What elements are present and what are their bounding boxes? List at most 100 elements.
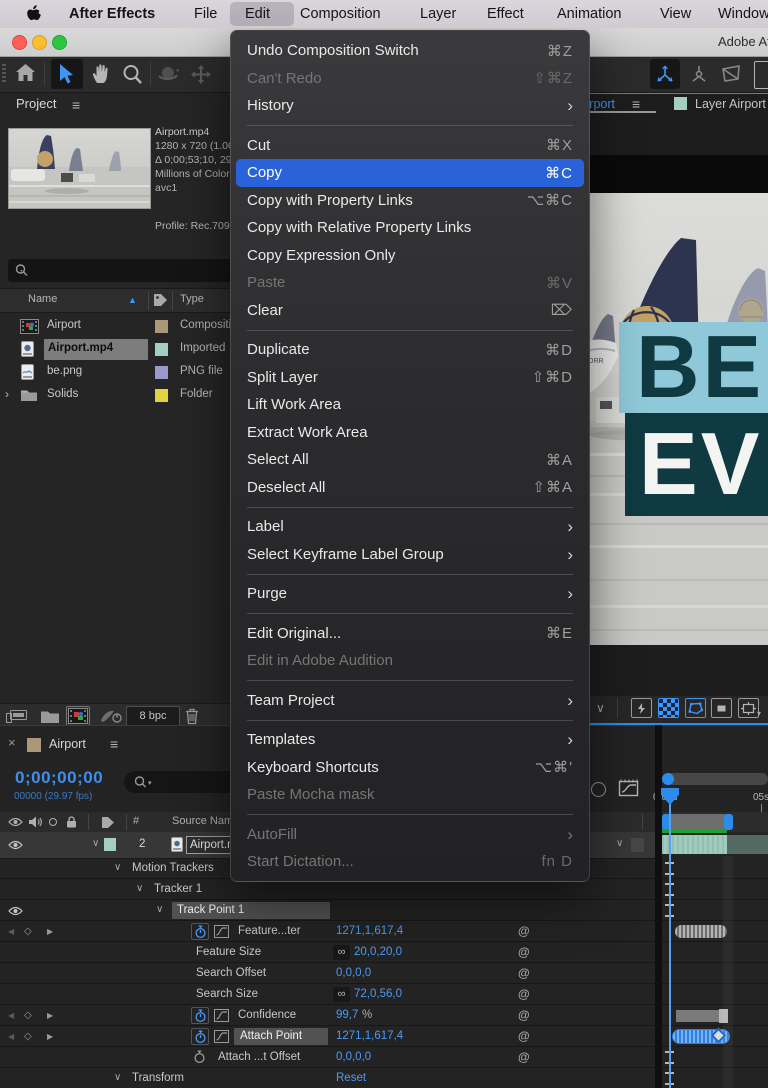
- property-label[interactable]: Confidence: [238, 1005, 296, 1025]
- lane-divider[interactable]: [655, 725, 662, 1088]
- menu-item-history[interactable]: History ›: [236, 92, 584, 120]
- minimize-window-button[interactable]: [32, 35, 47, 50]
- selection-tool-button[interactable]: [51, 59, 83, 89]
- menubar-file[interactable]: File: [194, 0, 217, 28]
- work-area-bar[interactable]: [671, 814, 725, 830]
- work-area-end-handle[interactable]: [724, 814, 733, 830]
- pick-whip-icon[interactable]: @: [518, 1047, 530, 1068]
- column-layer-number[interactable]: #: [133, 815, 139, 827]
- next-keyframe-icon[interactable]: ▶: [47, 921, 53, 942]
- property-label[interactable]: Feature Size: [196, 942, 261, 962]
- layer-label-swatch[interactable]: [104, 838, 116, 851]
- orbit-camera-tool-icon[interactable]: [156, 63, 184, 86]
- pick-whip-icon[interactable]: @: [518, 963, 530, 984]
- transparency-grid-icon[interactable]: [658, 698, 679, 718]
- label-column-tag-icon[interactable]: [153, 293, 168, 307]
- file-name[interactable]: Airport: [47, 319, 81, 331]
- menu-item-purge[interactable]: Purge ›: [236, 580, 584, 608]
- next-keyframe-icon[interactable]: ▶: [47, 1005, 53, 1026]
- stopwatch-icon[interactable]: [191, 923, 209, 940]
- stopwatch-icon[interactable]: [191, 1028, 209, 1045]
- parent-link-chevron-icon[interactable]: ∨: [616, 838, 623, 849]
- current-timecode[interactable]: 0;00;00;00: [15, 768, 103, 788]
- group-row-tracker-1[interactable]: ∨ Tracker 1: [0, 879, 768, 900]
- color-depth-button[interactable]: 8 bpc: [126, 706, 180, 726]
- menu-item-edit-original[interactable]: Edit Original... ⌘E: [236, 620, 584, 648]
- graph-icon[interactable]: [214, 925, 229, 938]
- parent-link-cell[interactable]: [631, 838, 644, 852]
- graph-icon[interactable]: [214, 1030, 229, 1043]
- label-color-swatch[interactable]: [155, 389, 168, 402]
- file-row-airport-mp4[interactable]: Airport.mp4 Imported: [0, 338, 240, 361]
- prev-keyframe-icon[interactable]: ◀: [8, 921, 14, 942]
- sort-ascending-icon[interactable]: ▲: [128, 295, 137, 305]
- group-label[interactable]: Track Point 1: [177, 900, 244, 920]
- region-of-interest-icon[interactable]: [711, 698, 732, 718]
- menu-item-team-project[interactable]: Team Project ›: [236, 687, 584, 715]
- title-overlay-line2[interactable]: EVE: [625, 413, 768, 516]
- property-row-attach-point[interactable]: ◀ ◇ ▶ Attach Point 1271,1,617,4 @: [0, 1026, 768, 1047]
- menubar-layer[interactable]: Layer: [420, 0, 456, 28]
- property-value[interactable]: 0,0,0,0: [336, 1047, 371, 1067]
- search-options-caret-icon[interactable]: ▾: [148, 779, 152, 787]
- property-row-attach-point-offset[interactable]: Attach ...t Offset 0,0,0,0 @: [0, 1047, 768, 1068]
- menu-item-cut[interactable]: Cut ⌘X: [236, 132, 584, 160]
- group-label[interactable]: Transform: [132, 1068, 184, 1088]
- collapse-chevron-icon[interactable]: ∨: [156, 900, 163, 920]
- close-panel-icon[interactable]: ×: [8, 735, 16, 750]
- lock-icon[interactable]: [66, 816, 77, 828]
- prev-keyframe-icon[interactable]: ◀: [8, 1026, 14, 1047]
- toolbar-drag-handle[interactable]: [2, 64, 6, 84]
- file-row-airport-comp[interactable]: Airport Composition: [0, 315, 244, 338]
- label-column-tag-icon[interactable]: [101, 816, 115, 829]
- new-folder-icon[interactable]: [40, 709, 60, 724]
- menubar-composition[interactable]: Composition: [300, 0, 381, 28]
- fast-previews-icon[interactable]: [631, 698, 652, 718]
- menubar-app-name[interactable]: After Effects: [69, 0, 155, 28]
- project-flowchart-icon[interactable]: [6, 709, 28, 725]
- group-label[interactable]: Motion Trackers: [132, 858, 214, 878]
- column-name[interactable]: Name: [28, 293, 57, 305]
- prev-keyframe-icon[interactable]: ◀: [8, 1005, 14, 1026]
- pick-whip-icon[interactable]: @: [518, 984, 530, 1005]
- property-row-confidence[interactable]: ◀ ◇ ▶ Confidence 99,7 % @: [0, 1005, 768, 1026]
- new-composition-icon[interactable]: [66, 706, 90, 726]
- video-eye-icon[interactable]: [8, 817, 23, 827]
- menu-item-copy-with-property-links[interactable]: Copy with Property Links ⌥⌘C: [236, 187, 584, 215]
- timeline-panel-menu-icon[interactable]: ≡: [110, 736, 118, 752]
- project-search-input[interactable]: [8, 259, 232, 282]
- property-label[interactable]: Attach Point: [240, 1026, 302, 1046]
- close-window-button[interactable]: [12, 35, 27, 50]
- mask-visibility-icon[interactable]: [685, 698, 706, 718]
- local-axis-mode-button[interactable]: [650, 59, 680, 89]
- menu-item-templates[interactable]: Templates ›: [236, 726, 584, 754]
- column-source-name[interactable]: Source Name: [172, 815, 230, 827]
- label-color-swatch[interactable]: [155, 320, 168, 333]
- graph-icon[interactable]: [214, 1009, 229, 1022]
- menu-item-copy-with-relative-property-links[interactable]: Copy with Relative Property Links: [236, 214, 584, 242]
- layer-duration-bar[interactable]: [662, 835, 727, 854]
- file-row-solids[interactable]: › Solids Folder: [0, 384, 240, 407]
- viewer-tab-menu-icon[interactable]: ≡: [632, 96, 640, 112]
- reset-link[interactable]: Reset: [336, 1068, 366, 1088]
- home-tool-icon[interactable]: [14, 62, 37, 84]
- property-row-feature-size[interactable]: Feature Size ∞ 20,0,20,0 @: [0, 942, 768, 963]
- apple-logo-icon[interactable]: [27, 5, 42, 23]
- property-value[interactable]: 99,7: [336, 1005, 358, 1025]
- menu-item-clear[interactable]: Clear ⌦: [236, 297, 584, 325]
- property-row-search-size[interactable]: Search Size ∞ 72,0,56,0 @: [0, 984, 768, 1005]
- audio-speaker-icon[interactable]: [28, 816, 42, 828]
- clipped-toolbar-button[interactable]: [754, 61, 768, 89]
- viewer-options-chevron-icon[interactable]: ∨: [596, 701, 605, 715]
- eye-icon[interactable]: [8, 906, 23, 916]
- constrain-link-icon[interactable]: ∞: [333, 945, 350, 960]
- menubar-view[interactable]: View: [660, 0, 691, 28]
- title-overlay-line1[interactable]: BE: [619, 322, 768, 413]
- world-axis-mode-button[interactable]: [684, 59, 714, 89]
- playhead-line[interactable]: [669, 788, 671, 1088]
- grid-guides-dropdown-icon[interactable]: ▾: [757, 709, 761, 718]
- view-axis-mode-button[interactable]: [716, 59, 746, 89]
- property-value[interactable]: 1271,1,617,4: [336, 1026, 403, 1046]
- layer-duration-bar-outside-workarea[interactable]: [727, 835, 768, 854]
- graph-editor-icon[interactable]: [618, 778, 639, 798]
